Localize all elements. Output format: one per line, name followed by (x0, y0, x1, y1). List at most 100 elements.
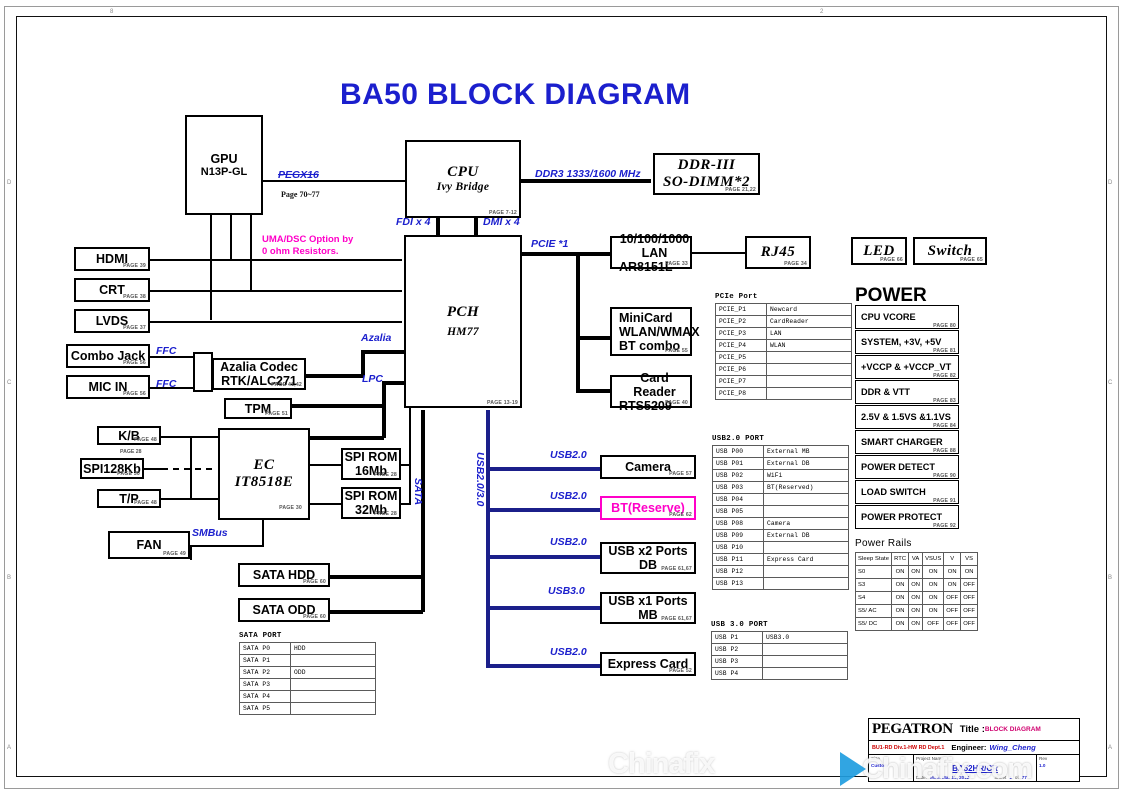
table-power-rails-caption: Power Rails (855, 538, 912, 549)
power-block-label: LOAD SWITCH (861, 487, 926, 497)
net-label-usb20-camera: USB2.0 (550, 449, 587, 461)
block-azalia-codec[interactable]: Azalia Codec RTK/ALC271 PAGE 41,42 (212, 358, 306, 390)
power-block-2[interactable]: SYSTEM, +3V, +5V PAGE 81 (855, 330, 959, 354)
block-crt-page: PAGE 38 (123, 294, 146, 301)
table-row: USB P13 (712, 577, 849, 590)
table-cell: Camera (763, 517, 849, 530)
block-card-reader[interactable]: Card Reader RTS5209 PAGE 40 (610, 371, 692, 413)
block-combo-jack[interactable]: Combo Jack PAGE 56 (66, 344, 150, 368)
block-touchpad[interactable]: T/P PAGE 48 (97, 489, 161, 508)
block-sata-odd[interactable]: SATA ODD PAGE 60 (238, 598, 330, 622)
table-header-cell: VS (960, 552, 979, 566)
block-ddr[interactable]: DDR-III SO-DIMM*2 PAGE 21,22 (653, 153, 760, 195)
block-crt[interactable]: CRT PAGE 38 (74, 278, 150, 302)
power-block-6[interactable]: SMART CHARGER PAGE 88 (855, 430, 959, 454)
wire-gpu-crt-v (250, 215, 252, 290)
brand-logo: PEGATRON (872, 721, 953, 737)
block-mic-in[interactable]: MIC IN PAGE 56 (66, 375, 150, 399)
block-cpu[interactable]: CPU Ivy Bridge PAGE 7-12 (405, 140, 521, 218)
block-gpu[interactable]: GPU N13P-GL (185, 115, 263, 215)
block-pch-line1: PCH (446, 303, 480, 320)
wire-codec-1 (304, 374, 364, 378)
title-value: BLOCK DIAGRAM (984, 726, 1041, 733)
block-spi-rom-16mb[interactable]: SPI ROM 16Mb PAGE 28 (341, 448, 401, 480)
table-row: S3 ON ON ON ON OFF (854, 578, 979, 592)
table-cell: ON (908, 591, 924, 605)
table-cell: USB P10 (712, 541, 764, 554)
block-hdmi[interactable]: HDMI PAGE 39 (74, 247, 150, 271)
table-cell: PCIE_P2 (715, 315, 767, 328)
block-tpm[interactable]: TPM PAGE 51 (224, 398, 292, 419)
block-sata-hdd[interactable]: SATA HDD PAGE 60 (238, 563, 330, 587)
table-cell: SATA P4 (239, 690, 291, 703)
table-cell: USB P08 (712, 517, 764, 530)
block-usb-x2-db[interactable]: USB x2 Ports DB PAGE 61,67 (600, 542, 696, 574)
block-pch[interactable]: PCH HM77 PAGE 13-19 (404, 235, 522, 408)
frame-row-d: D (7, 180, 12, 186)
block-fan[interactable]: FAN PAGE 49 (108, 531, 190, 559)
power-block-8[interactable]: LOAD SWITCH PAGE 91 (855, 480, 959, 504)
table-cell: HDD (290, 642, 376, 655)
frame-row-b-right: B (1108, 575, 1113, 581)
power-block-page: PAGE 92 (933, 523, 956, 529)
frame-row-a: A (7, 745, 12, 751)
block-lvds[interactable]: LVDS PAGE 37 (74, 309, 150, 333)
table-row: USB P05 (712, 505, 849, 518)
block-keyboard[interactable]: K/B PAGE 48 (97, 426, 161, 445)
power-block-4[interactable]: DDR & VTT PAGE 83 (855, 380, 959, 404)
project-label: Project Name (916, 756, 944, 761)
block-bt-reserve[interactable]: BT(Reserve) PAGE 62 (600, 496, 696, 520)
table-power-rails: Power Rails Sleep State RTC VA VSUS V VS S0 ON… (854, 538, 979, 631)
table-cell: PCIE_P3 (715, 327, 767, 340)
table-cell (763, 493, 849, 506)
table-cell: SATA P3 (239, 678, 291, 691)
power-block-label: SYSTEM, +3V, +5V (861, 337, 942, 347)
block-hdmi-page: PAGE 39 (123, 263, 146, 270)
power-block-1[interactable]: CPU VCORE PAGE 80 (855, 305, 959, 329)
block-led[interactable]: LED PAGE 66 (851, 237, 907, 265)
block-lan[interactable]: 10/100/1000 LAN AR8151L PAGE 33 (610, 232, 692, 274)
block-sata-odd-page: PAGE 60 (303, 614, 326, 621)
table-cell (763, 565, 849, 578)
table-cell: External DB (763, 457, 849, 470)
date-value: Mon. Mar 19, 2012 (929, 774, 970, 780)
block-camera[interactable]: Camera PAGE 57 (600, 455, 696, 479)
power-block-page: PAGE 84 (933, 423, 956, 429)
block-usb-x1-mb[interactable]: USB x1 Ports MB PAGE 61,67 (600, 592, 696, 624)
table-cell: USB P00 (712, 445, 764, 458)
table-cell (766, 387, 852, 400)
power-block-7[interactable]: POWER DETECT PAGE 90 (855, 455, 959, 479)
wire-usb-bt (486, 508, 600, 512)
block-minicard[interactable]: MiniCard WLAN/WMAX BT combo PAGE 55 (610, 307, 700, 356)
block-express-card[interactable]: Express Card PAGE 52 (600, 652, 696, 676)
size-cell: Size Custom (869, 755, 914, 781)
table-header-cell: Sleep State (854, 552, 893, 566)
page-title: BA50 BLOCK DIAGRAM (340, 78, 691, 111)
block-spi-rom-32mb[interactable]: SPI ROM 32Mb PAGE 28 (341, 487, 401, 519)
table-cell: ON (891, 604, 910, 618)
block-ec[interactable]: EC IT8518E PAGE 30 (218, 428, 310, 520)
table-cell (290, 690, 376, 703)
table-power-rails-body: S0 ON ON ON ON ON S3 ON ON ON ON OFF S4 ON ON ON OFF OFF S… (854, 565, 979, 631)
table-row: PCIE_P3 LAN (715, 327, 852, 340)
table-cell (762, 667, 848, 680)
net-label-usb2-3: USB2.0/3.0 (474, 452, 486, 507)
table-row: USB P01 External DB (712, 457, 849, 470)
block-spi128kb[interactable]: SPI128Kb PAGE 30 (80, 458, 144, 479)
table-cell: S4 (854, 591, 893, 605)
block-sata-hdd-page: PAGE 60 (303, 579, 326, 586)
engineer-value: Wing_Cheng (989, 743, 1036, 752)
power-block-5[interactable]: 2.5V & 1.5VS &1.1VS PAGE 84 (855, 405, 959, 429)
wire-spi128-dash (162, 468, 212, 470)
table-cell: S5/ AC (854, 604, 893, 618)
block-rj45[interactable]: RJ45 PAGE 34 (745, 236, 811, 269)
power-block-9[interactable]: POWER PROTECT PAGE 92 (855, 505, 959, 529)
power-block-3[interactable]: +VCCP & +VCCP_VT PAGE 82 (855, 355, 959, 379)
power-block-page: PAGE 91 (933, 498, 956, 504)
block-switch[interactable]: Switch PAGE 65 (913, 237, 987, 265)
title-block-row-meta: Size Custom Project Name BA52HR/CR Date:… (869, 755, 1079, 781)
table-row: USB P03 BT(Reserved) (712, 481, 849, 494)
table-cell (763, 541, 849, 554)
table-usb30-port-body: USB P1 USB3.0 USB P2 USB P3 USB P4 (711, 631, 848, 680)
block-usb-x2-db-page: PAGE 61,67 (661, 566, 692, 573)
